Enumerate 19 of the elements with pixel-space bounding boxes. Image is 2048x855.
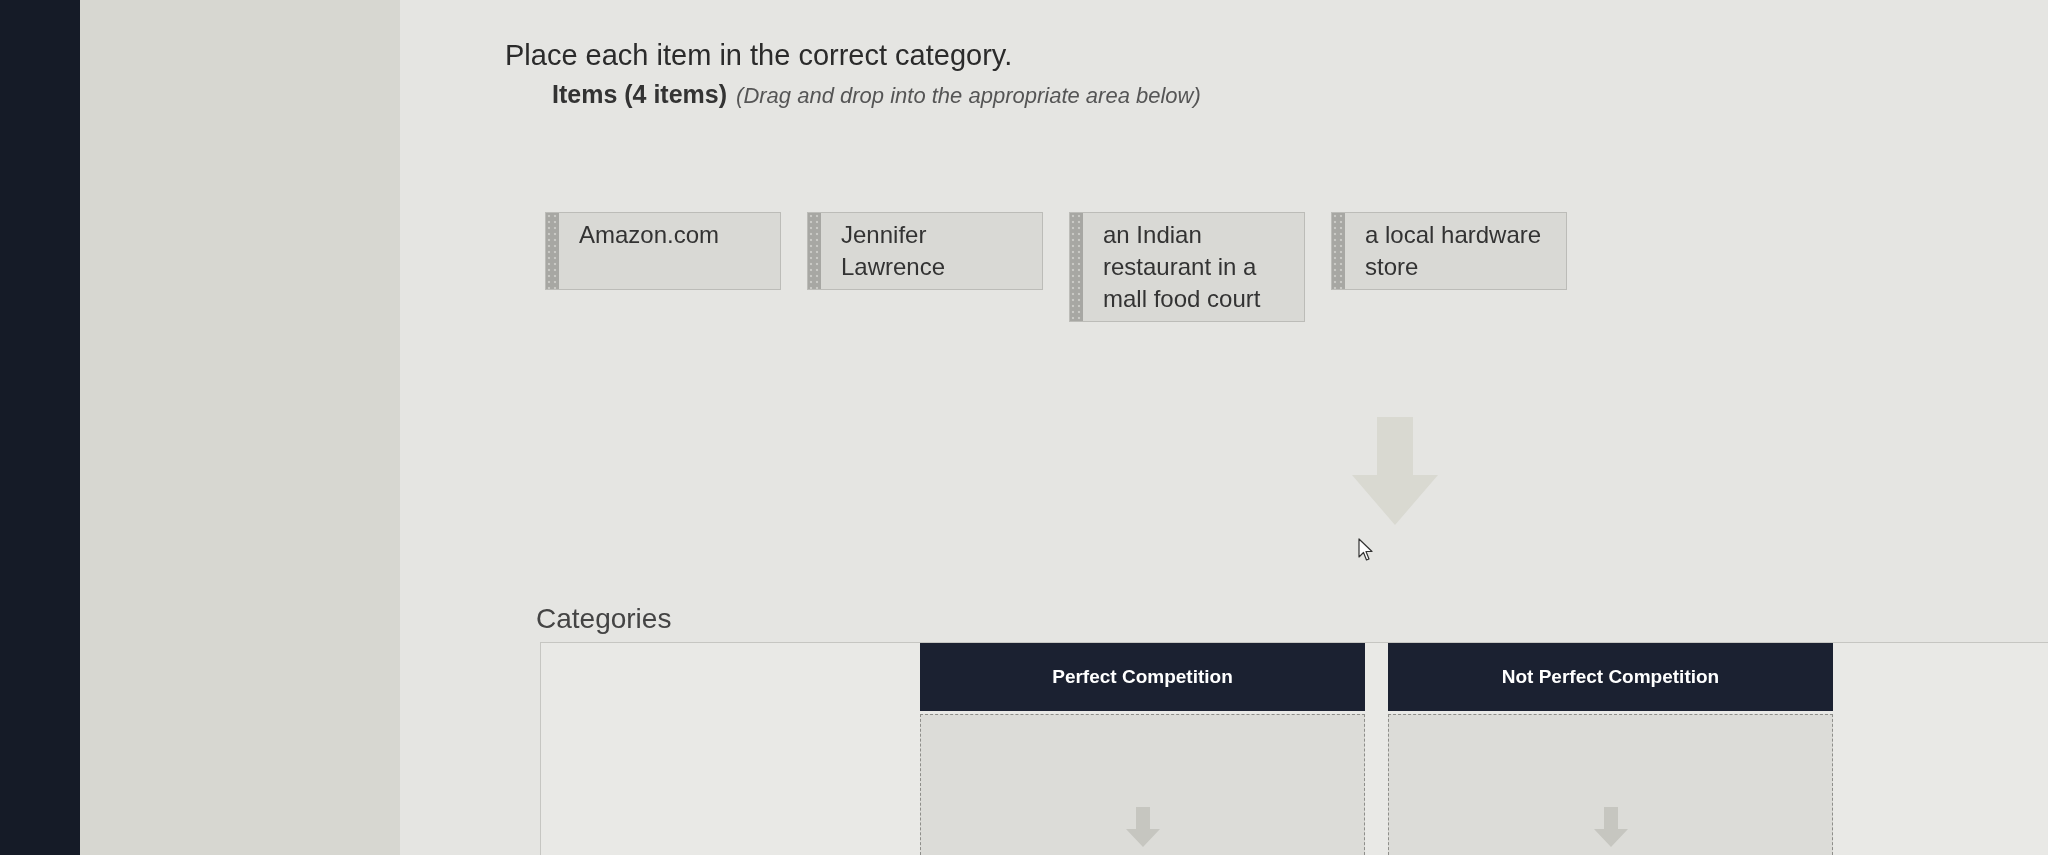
down-arrow-icon (1125, 807, 1160, 847)
down-arrow-icon (1593, 807, 1628, 847)
grip-icon (1332, 213, 1345, 289)
drag-hint: (Drag and drop into the appropriate area below) (736, 82, 1201, 110)
items-heading: Items (4 items) (552, 79, 728, 109)
draggable-item[interactable]: a local hardware store (1331, 212, 1567, 290)
cursor-icon (1358, 538, 1374, 562)
grip-icon (808, 213, 821, 289)
draggable-item[interactable]: Amazon.com (545, 212, 781, 290)
instruction-text: Place each item in the correct category. (505, 38, 1013, 73)
category-header: Perfect Competition (920, 643, 1365, 711)
drop-zone[interactable] (1388, 714, 1833, 855)
draggable-item[interactable]: an Indian restaurant in a mall food court (1069, 212, 1305, 322)
category-header: Not Perfect Competition (1388, 643, 1833, 711)
categories-heading: Categories (536, 602, 672, 636)
draggable-item[interactable]: Jennifer Lawrence (807, 212, 1043, 290)
drop-zone[interactable] (920, 714, 1365, 855)
grip-icon (546, 213, 559, 289)
grip-icon (1070, 213, 1083, 321)
